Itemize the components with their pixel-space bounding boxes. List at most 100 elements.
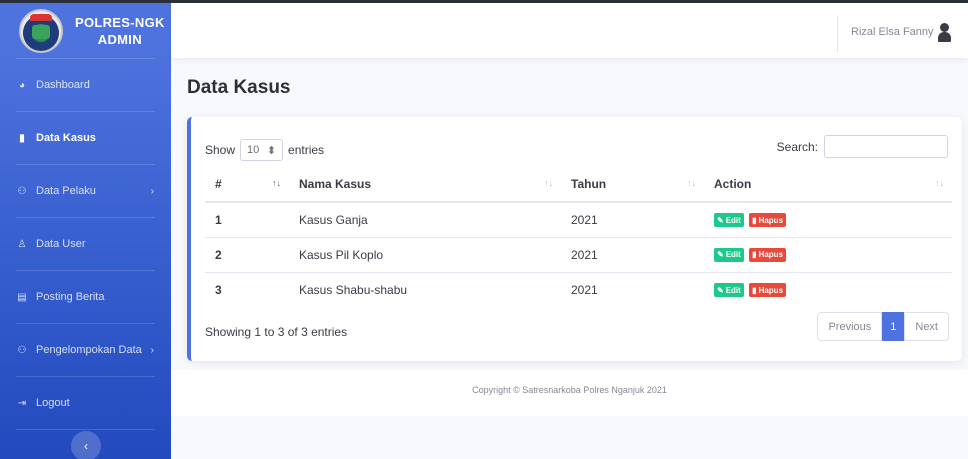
entries-select-value: 10	[247, 144, 260, 156]
pagination-next[interactable]: Next	[904, 312, 949, 341]
entries-label: entries	[288, 143, 325, 157]
copyright-text: Copyright © Satresnarkoba Polres Nganjuk…	[472, 385, 667, 395]
column-header-label: Nama Kasus	[299, 177, 372, 191]
sidebar-item-data-pelaku[interactable]: ⚇ Data Pelaku ›	[0, 165, 171, 217]
row-tahun: 2021	[571, 212, 598, 227]
column-header-tahun[interactable]: Tahun ↑↓	[561, 167, 704, 203]
sidebar: POLRES-NGK ADMIN ◕ Dashboard ▮ Data Kasu…	[0, 0, 171, 459]
edit-icon: ✎	[717, 285, 724, 295]
entries-select[interactable]: 10 ⬍	[240, 139, 284, 161]
delete-label: Hapus	[758, 250, 784, 260]
trash-icon: ▮	[752, 215, 757, 225]
sort-icon: ↑↓	[272, 178, 281, 188]
column-header-action[interactable]: Action ↑↓	[704, 167, 952, 203]
sidebar-item-data-kasus[interactable]: ▮ Data Kasus	[0, 112, 171, 164]
users-icon: ⚇	[17, 344, 27, 356]
sidebar-item-label: Data Pelaku	[36, 185, 96, 197]
row-actions: ✎ Edit ▮ Hapus	[704, 202, 952, 237]
entries-length-control: Show 10 ⬍ entries	[205, 139, 324, 161]
user-name[interactable]: Rizal Elsa Fanny	[851, 26, 934, 38]
table-row: 1 Kasus Ganja 2021 ✎ Edit ▮ Hapus	[205, 202, 952, 237]
chevron-right-icon: ›	[150, 185, 154, 197]
row-nama-kasus: Kasus Ganja	[299, 212, 368, 227]
column-header-label: #	[215, 177, 222, 191]
edit-icon: ✎	[717, 250, 724, 260]
edit-label: Edit	[725, 250, 741, 260]
row-tahun: 2021	[561, 271, 704, 307]
sidebar-item-label: Pengelompokan Data	[36, 344, 142, 356]
table-header-row: # ↑↓ Nama Kasus ↑↓ Tahun ↑↓ Action ↑↓	[205, 167, 952, 203]
sort-icon: ↑↓	[544, 178, 553, 188]
edit-label: Edit	[725, 215, 741, 225]
sidebar-item-label: Posting Berita	[36, 291, 105, 303]
chevron-left-icon: ‹	[84, 439, 88, 453]
kasus-table: # ↑↓ Nama Kasus ↑↓ Tahun ↑↓ Action ↑↓ 1 …	[205, 167, 952, 307]
sidebar-item-dashboard[interactable]: ◕ Dashboard	[0, 59, 171, 111]
table-info: Showing 1 to 3 of 3 entries	[205, 325, 348, 339]
sidebar-brand[interactable]: POLRES-NGK ADMIN	[0, 0, 171, 58]
table-row: 3 Kasus Shabu-shabu 2021 ✎ Edit ▮ Hapus	[205, 271, 952, 307]
edit-button[interactable]: ✎ Edit	[714, 283, 744, 298]
user-avatar-icon[interactable]	[937, 23, 951, 42]
page-title: Data Kasus	[187, 77, 291, 98]
sort-icon: ↑↓	[935, 178, 944, 188]
edit-button[interactable]: ✎ Edit	[714, 213, 744, 228]
trash-icon: ▮	[752, 250, 757, 260]
search-control: Search:	[777, 135, 948, 158]
brand-line-2: ADMIN	[97, 31, 142, 47]
select-arrows-icon: ⬍	[266, 144, 277, 157]
search-label: Search:	[776, 139, 818, 154]
row-number: 3	[205, 271, 289, 307]
sidebar-item-pengelompokan-data[interactable]: ⚇ Pengelompokan Data ›	[0, 324, 171, 376]
brand-line-1: POLRES-NGK	[75, 14, 165, 30]
user-icon: ♙	[17, 238, 27, 250]
topbar-divider	[837, 16, 838, 52]
data-table-card: Show 10 ⬍ entries Search: # ↑↓ Nama Kasu…	[187, 117, 962, 361]
sidebar-item-label: Dashboard	[36, 79, 90, 91]
sidebar-item-label: Logout	[36, 397, 70, 409]
pagination-previous[interactable]: Previous	[817, 312, 883, 341]
chevron-right-icon: ›	[150, 344, 154, 356]
delete-label: Hapus	[758, 215, 784, 225]
row-actions: ✎ Edit ▮ Hapus	[704, 236, 952, 272]
topbar: Rizal Elsa Fanny	[171, 0, 968, 58]
footer: Copyright © Satresnarkoba Polres Nganjuk…	[171, 370, 968, 416]
show-label: Show	[205, 143, 236, 157]
sidebar-item-data-user[interactable]: ♙ Data User	[0, 218, 171, 270]
trash-icon: ▮	[752, 285, 757, 295]
sidebar-divider	[16, 429, 155, 430]
edit-button[interactable]: ✎ Edit	[714, 247, 744, 262]
row-tahun: 2021	[561, 236, 704, 272]
sidebar-item-posting-berita[interactable]: ▤ Posting Berita	[0, 271, 171, 323]
users-icon: ⚇	[17, 185, 27, 197]
row-nama-kasus: Kasus Shabu-shabu	[289, 271, 561, 307]
police-logo	[19, 8, 63, 53]
column-header-nama-kasus[interactable]: Nama Kasus ↑↓	[289, 167, 561, 203]
row-number: 2	[205, 236, 289, 272]
column-header-label: Action	[714, 177, 752, 191]
delete-button[interactable]: ▮ Hapus	[749, 213, 787, 228]
newspaper-icon: ▤	[17, 291, 27, 303]
edit-label: Edit	[725, 285, 741, 295]
edit-icon: ✎	[717, 215, 724, 225]
file-icon: ▮	[19, 132, 25, 144]
row-nama-kasus: Kasus Pil Koplo	[289, 236, 561, 272]
row-actions: ✎ Edit ▮ Hapus	[704, 271, 952, 307]
column-header-number[interactable]: # ↑↓	[205, 167, 289, 203]
brand-text: POLRES-NGK ADMIN	[75, 14, 165, 48]
sidebar-item-logout[interactable]: ⇥ Logout	[0, 377, 171, 429]
delete-button[interactable]: ▮ Hapus	[749, 283, 787, 298]
sidebar-item-label: Data User	[36, 238, 86, 250]
search-input[interactable]	[824, 135, 948, 158]
pagination: Previous 1 Next	[817, 312, 949, 341]
row-number: 1	[215, 212, 222, 227]
column-header-label: Tahun	[571, 177, 607, 191]
logout-icon: ⇥	[17, 397, 27, 409]
delete-button[interactable]: ▮ Hapus	[749, 247, 787, 262]
table-row: 2 Kasus Pil Koplo 2021 ✎ Edit ▮ Hapus	[205, 236, 952, 272]
sidebar-toggle-button[interactable]: ‹	[71, 431, 101, 459]
pagination-page-current[interactable]: 1	[882, 312, 905, 341]
sort-icon: ↑↓	[687, 178, 696, 188]
dashboard-icon: ◕	[18, 79, 26, 91]
sidebar-item-label: Data Kasus	[36, 132, 96, 144]
